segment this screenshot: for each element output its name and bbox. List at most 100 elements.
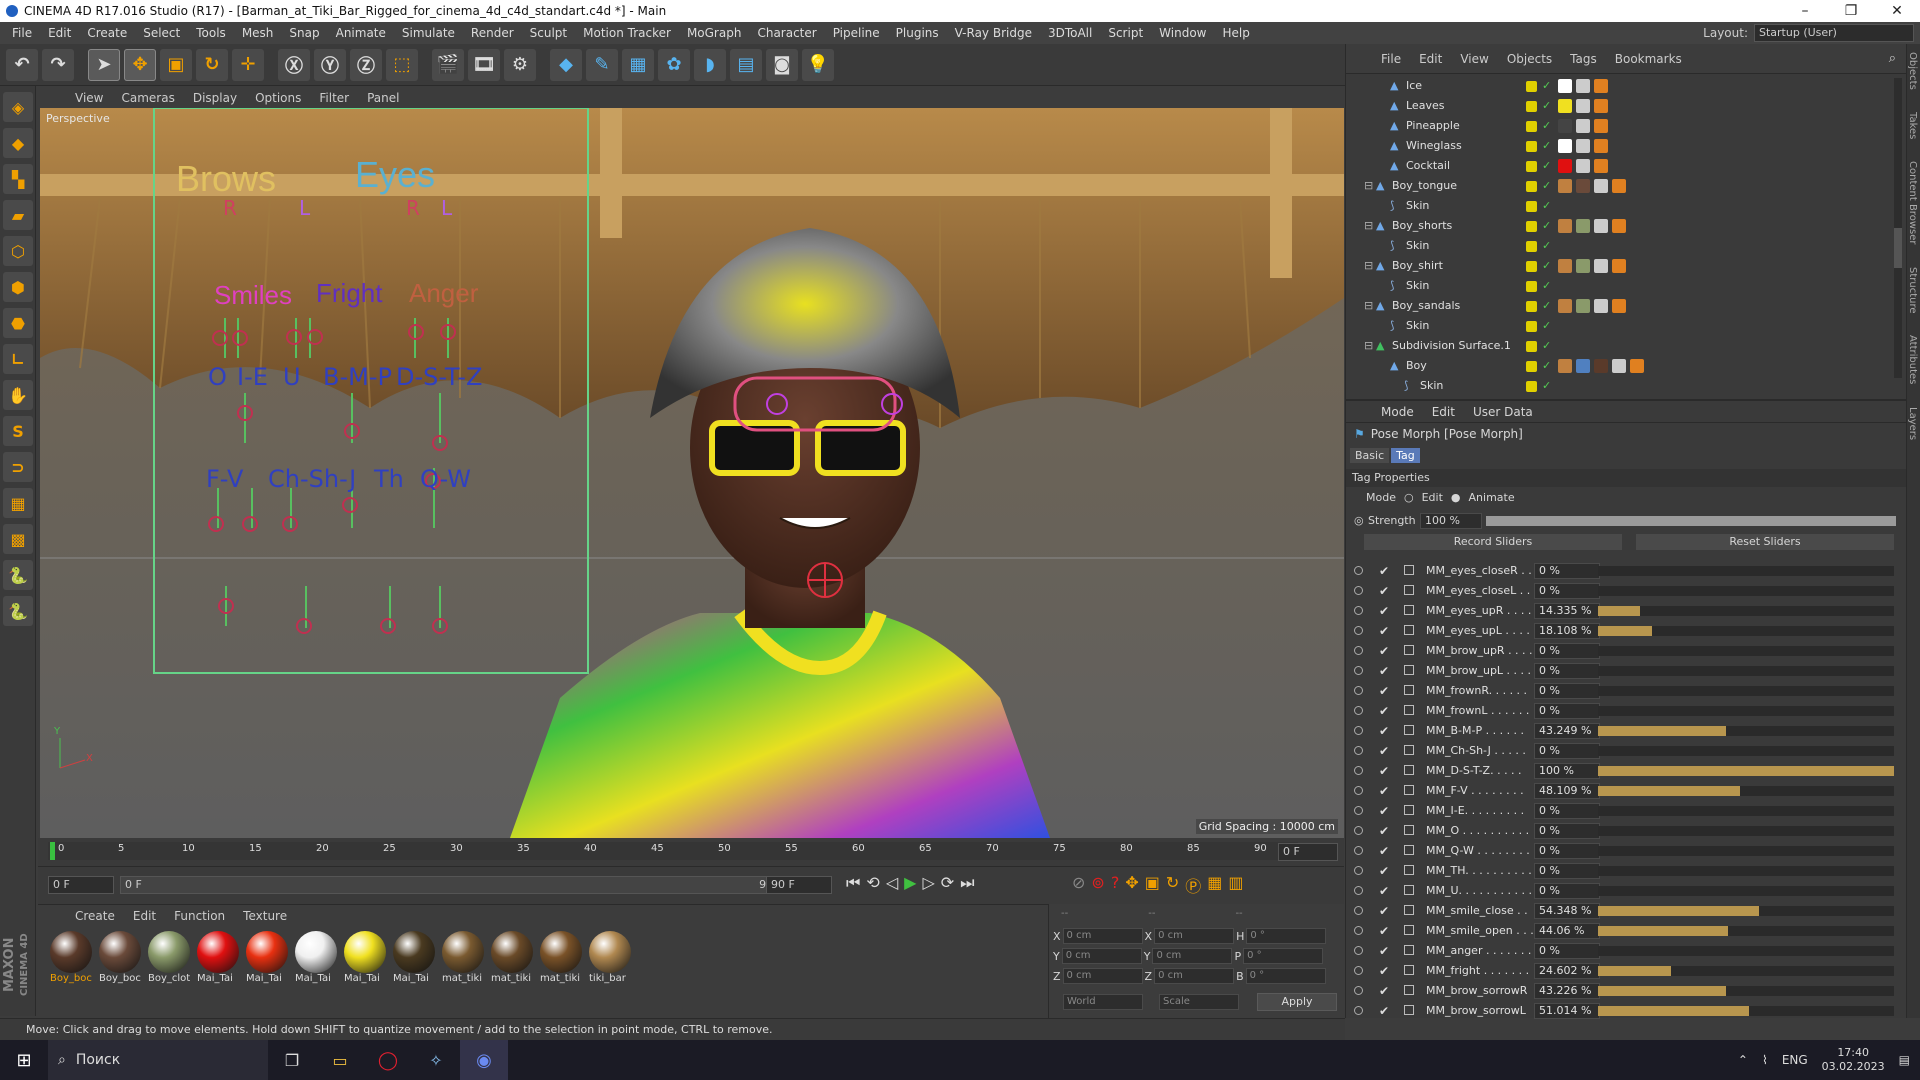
menu-tools[interactable]: Tools — [188, 26, 234, 40]
morph-value-field[interactable]: 0 % — [1534, 583, 1600, 599]
morph-slider[interactable] — [1598, 966, 1894, 976]
language-indicator[interactable]: ENG — [1782, 1053, 1808, 1067]
morph-enabled-checkbox[interactable]: ✔ — [1379, 664, 1389, 678]
start-frame-field[interactable]: 0 F — [48, 876, 114, 894]
object-row[interactable]: ⊟ ▲ Subdivision Surface.1 ✓ — [1346, 336, 1886, 356]
object-tag-icon[interactable] — [1594, 99, 1608, 113]
timeline-icon[interactable]: ▥ — [1228, 873, 1243, 897]
morph-value-field[interactable]: 0 % — [1534, 643, 1600, 659]
render-settings-icon[interactable]: ⚙ — [504, 48, 536, 81]
enabled-check-icon[interactable]: ✓ — [1542, 379, 1551, 392]
timeline-ruler[interactable]: 0 5 10 15 20 25 30 35 40 45 50 55 60 65 … — [38, 838, 1344, 866]
camera-icon[interactable]: ◙ — [766, 48, 798, 81]
object-row[interactable]: ▲ Leaves ✓ — [1346, 96, 1886, 116]
morph-animate-radio[interactable] — [1354, 846, 1363, 855]
taskbar-search[interactable]: ⌕ Поиск — [48, 1040, 268, 1080]
object-tag-icon[interactable] — [1558, 259, 1572, 273]
menu-select[interactable]: Select — [135, 26, 188, 40]
object-tag-icon[interactable] — [1576, 219, 1590, 233]
object-tag-icon[interactable] — [1612, 299, 1626, 313]
material-swatch[interactable]: Mai_Tai — [244, 929, 290, 989]
enabled-check-icon[interactable]: ✓ — [1542, 119, 1551, 132]
expand-toggle-icon[interactable]: ⊟ — [1364, 219, 1373, 232]
morph-value-field[interactable]: 54.348 % — [1534, 903, 1600, 919]
object-row[interactable]: ⊟ ▲ Boy_shirt ✓ — [1346, 256, 1886, 276]
mat-menu-create[interactable]: Create — [66, 909, 124, 923]
morph-enabled-checkbox[interactable]: ✔ — [1379, 984, 1389, 998]
enabled-check-icon[interactable]: ✓ — [1542, 79, 1551, 92]
morph-slider[interactable] — [1598, 766, 1894, 776]
morph-animate-radio[interactable] — [1354, 666, 1363, 675]
morph-enabled-checkbox[interactable]: ✔ — [1379, 904, 1389, 918]
menu-sculpt[interactable]: Sculpt — [522, 26, 575, 40]
object-row[interactable]: ▲ Cocktail ✓ — [1346, 156, 1886, 176]
render-picture-viewer-icon[interactable]: 🎞 — [468, 48, 500, 81]
object-tag-icon[interactable] — [1558, 359, 1572, 373]
morph-animate-radio[interactable] — [1354, 706, 1363, 715]
layer-color-swatch[interactable] — [1526, 241, 1537, 252]
morph-animate-radio[interactable] — [1354, 786, 1363, 795]
morph-enabled-checkbox[interactable]: ✔ — [1379, 964, 1389, 978]
python-2-icon[interactable]: 🐍 — [3, 596, 33, 626]
enabled-check-icon[interactable]: ✓ — [1542, 339, 1551, 352]
obj-menu-tags[interactable]: Tags — [1561, 52, 1606, 66]
morph-value-field[interactable]: 48.109 % — [1534, 783, 1600, 799]
morph-animate-radio[interactable] — [1354, 726, 1363, 735]
make-editable-icon[interactable]: ◈ — [3, 92, 33, 122]
object-tag-icon[interactable] — [1558, 119, 1572, 133]
tray-chevron-icon[interactable]: ⌃ — [1738, 1053, 1748, 1067]
morph-enabled-checkbox[interactable]: ✔ — [1379, 564, 1389, 578]
morph-enabled-checkbox[interactable]: ✔ — [1379, 604, 1389, 618]
side-tab[interactable]: Attributes — [1907, 335, 1918, 384]
layer-color-swatch[interactable] — [1526, 121, 1537, 132]
layer-color-swatch[interactable] — [1526, 181, 1537, 192]
goto-end-icon[interactable]: ⏭ — [960, 873, 974, 893]
morph-slider[interactable] — [1598, 726, 1894, 736]
timeline-playhead[interactable] — [50, 842, 55, 860]
object-tag-icon[interactable] — [1576, 139, 1590, 153]
object-row[interactable]: ⊟ ▲ Boy_sandals ✓ — [1346, 296, 1886, 316]
expand-toggle-icon[interactable]: ⊟ — [1364, 179, 1373, 192]
scale-tool-icon[interactable]: ▣ — [160, 48, 192, 81]
morph-enabled-checkbox[interactable]: ✔ — [1379, 804, 1389, 818]
morph-slider[interactable] — [1598, 846, 1894, 856]
y-axis-lock-icon[interactable]: Ⓨ — [314, 48, 346, 81]
recent-tool-icon[interactable]: ✛ — [232, 48, 264, 81]
morph-value-field[interactable]: 0 % — [1534, 743, 1600, 759]
morph-enabled-checkbox[interactable]: ✔ — [1379, 784, 1389, 798]
menu-script[interactable]: Script — [1100, 26, 1151, 40]
rotate-tool-icon[interactable]: ↻ — [196, 48, 228, 81]
object-tag-icon[interactable] — [1594, 139, 1608, 153]
obj-menu-view[interactable]: View — [1451, 52, 1497, 66]
menu-render[interactable]: Render — [463, 26, 522, 40]
morph-enabled-checkbox[interactable]: ✔ — [1379, 744, 1389, 758]
morph-enabled-checkbox[interactable]: ✔ — [1379, 884, 1389, 898]
object-tag-icon[interactable] — [1594, 359, 1608, 373]
apply-button[interactable]: Apply — [1257, 993, 1337, 1011]
enabled-check-icon[interactable]: ✓ — [1542, 179, 1551, 192]
size-y-field[interactable]: 0 cm — [1152, 948, 1233, 964]
tab-tag[interactable]: Tag — [1391, 448, 1420, 463]
side-tab[interactable]: Structure — [1907, 267, 1918, 314]
morph-slider[interactable] — [1598, 826, 1894, 836]
material-swatch[interactable]: Mai_Tai — [195, 929, 241, 989]
menu-help[interactable]: Help — [1214, 26, 1257, 40]
material-swatch[interactable]: tiki_bar — [587, 929, 633, 989]
morph-value-field[interactable]: 51.014 % — [1534, 1003, 1600, 1019]
object-tag-icon[interactable] — [1576, 299, 1590, 313]
current-frame-field[interactable]: 0 F — [1278, 843, 1338, 861]
auto-key-icon[interactable]: ⊚ — [1091, 873, 1104, 897]
vp-menu-filter[interactable]: Filter — [310, 91, 358, 105]
obj-menu-file[interactable]: File — [1372, 52, 1410, 66]
cinema4d-taskbar-icon[interactable]: ◉ — [460, 1040, 508, 1080]
windows-start-icon[interactable]: ⊞ — [0, 1040, 48, 1080]
cube-icon[interactable]: ◆ — [550, 48, 582, 81]
morph-value-field[interactable]: 43.226 % — [1534, 983, 1600, 999]
reset-sliders-button[interactable]: Reset Sliders — [1636, 534, 1894, 550]
object-tag-icon[interactable] — [1576, 119, 1590, 133]
mat-menu-texture[interactable]: Texture — [234, 909, 296, 923]
morph-value-field[interactable]: 100 % — [1534, 763, 1600, 779]
morph-slider[interactable] — [1598, 946, 1894, 956]
object-row[interactable]: ▲ Wineglass ✓ — [1346, 136, 1886, 156]
layer-color-swatch[interactable] — [1526, 301, 1537, 312]
